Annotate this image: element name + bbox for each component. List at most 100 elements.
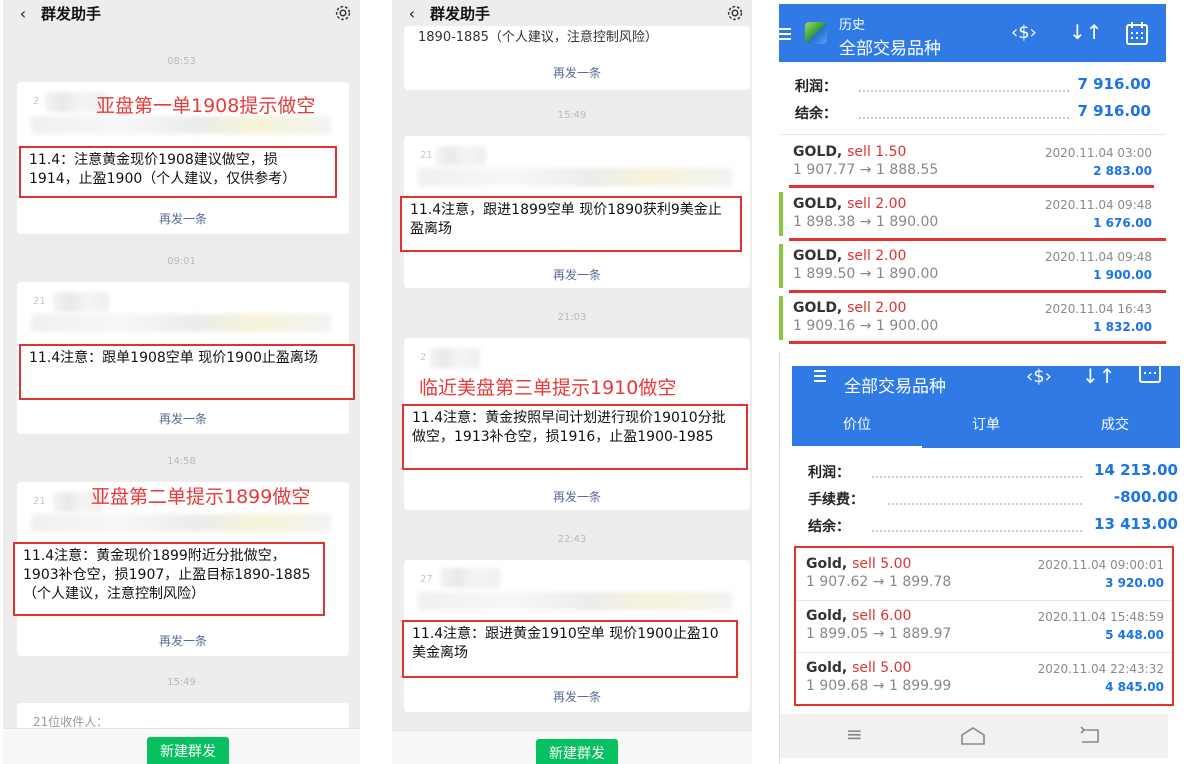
page-title: 群发助手 — [41, 4, 102, 23]
new-broadcast-button[interactable]: 新建群发 — [536, 739, 618, 764]
back-button[interactable]: ‹ — [11, 4, 35, 23]
broadcast-card: 21 11.4注意：跟单1908空单 现价1900止盈离场 再发一条 — [17, 282, 355, 434]
highlighted-trades-box: Gold, sell 5.00 1 907.62 → 1 899.78 2020… — [794, 546, 1174, 706]
header-title: 全部交易品种 — [844, 377, 946, 397]
trade-symbol: Gold, sell 5.00 — [806, 660, 911, 676]
app-header: 历史 全部交易品种 ‹$› ↓↑ — [779, 4, 1166, 62]
trade-prices: 1 907.62 → 1 899.78 — [806, 574, 952, 590]
currency-filter-icon[interactable]: ‹$› — [1011, 22, 1037, 43]
resend-link[interactable]: 再发一条 — [404, 64, 750, 81]
trade-prices: 1 909.68 → 1 899.99 — [806, 678, 952, 694]
annotation-note: 临近美盘第三单提示1910做空 — [419, 377, 677, 399]
app-logo-icon — [805, 22, 827, 44]
dotted-leader — [872, 530, 1082, 532]
trade-prices: 1 899.05 → 1 889.97 — [806, 626, 952, 642]
recipient-count: 27 — [420, 574, 433, 585]
timestamp: 21:03 — [557, 312, 587, 323]
trade-row[interactable]: Gold, sell 6.00 1 899.05 → 1 889.97 2020… — [796, 604, 1172, 650]
trade-date: 2020.11.04 03:00 — [1044, 146, 1152, 160]
trade-history-panel-top: 历史 全部交易品种 ‹$› ↓↑ 利润： 7 916.00 结余： 7 916.… — [779, 0, 1166, 350]
sort-icon[interactable]: ↓↑ — [1069, 20, 1103, 44]
sort-icon[interactable]: ↓↑ — [1082, 364, 1116, 388]
balance-value: 13 413.00 — [1094, 515, 1178, 533]
menu-icon[interactable] — [779, 28, 791, 30]
balance-label: 结余： — [808, 519, 850, 535]
trade-profit: 3 920.00 — [1105, 576, 1164, 590]
trade-symbol: GOLD, sell 2.00 — [793, 196, 906, 212]
menu-icon[interactable]: ≡ — [846, 722, 863, 746]
trade-date: 2020.11.04 09:48 — [1044, 198, 1152, 212]
symbol-name: GOLD, — [793, 300, 843, 316]
broadcast-message: 11.4注意：黄金现价1899附近分批做空，1903补仓空，损1907，止盈目标… — [13, 542, 325, 616]
trade-profit: 1 900.00 — [1093, 268, 1152, 282]
red-underline — [789, 290, 1166, 293]
dotted-leader — [859, 117, 1069, 119]
blurred-recipients — [430, 348, 480, 368]
home-icon[interactable] — [960, 726, 986, 746]
trade-prices: 1 898.38 → 1 890.00 — [793, 214, 939, 230]
blurred-recipients — [53, 292, 109, 312]
trade-row[interactable]: GOLD, sell 2.00 1 898.38 → 1 890.00 2020… — [779, 192, 1166, 236]
resend-link[interactable]: 再发一条 — [404, 266, 750, 283]
android-nav-bar: ≡ — [780, 714, 1168, 758]
settings-gear-icon[interactable] — [332, 2, 354, 24]
timestamp: 08:53 — [167, 56, 196, 67]
resend-link[interactable]: 再发一条 — [17, 210, 349, 227]
profit-value: 7 916.00 — [1077, 75, 1151, 93]
balance-label: 结余： — [795, 106, 837, 122]
message-text-fragment: 1890-1885（个人建议，注意控制风险） — [418, 30, 658, 45]
timestamp: 15:49 — [167, 677, 196, 688]
back-icon[interactable] — [1078, 726, 1102, 746]
broadcast-message: 11.4注意：跟进黄金1910空单 现价1900止盈10美金离场 — [402, 620, 738, 678]
currency-filter-icon[interactable]: ‹$› — [1026, 366, 1052, 387]
bottom-bar: 新建群发 — [3, 728, 360, 764]
calendar-icon[interactable] — [1125, 20, 1149, 46]
header-title: 全部交易品种 — [839, 39, 941, 59]
trade-row[interactable]: Gold, sell 5.00 1 907.62 → 1 899.78 2020… — [796, 552, 1172, 598]
calendar-icon[interactable] — [1138, 362, 1162, 384]
trade-date: 2020.11.04 15:48:59 — [1037, 610, 1164, 624]
red-underline — [789, 238, 1166, 241]
trade-row[interactable]: GOLD, sell 2.00 1 909.16 → 1 900.00 2020… — [779, 296, 1166, 340]
divider — [779, 134, 1166, 135]
resend-link[interactable]: 再发一条 — [17, 410, 349, 427]
trade-date: 2020.11.04 22:43:32 — [1037, 662, 1164, 676]
blurred-recipients — [440, 568, 500, 588]
resend-link[interactable]: 再发一条 — [17, 632, 349, 649]
new-broadcast-button[interactable]: 新建群发 — [147, 737, 229, 764]
bottom-bar: 新建群发 — [392, 730, 752, 764]
tab-orders[interactable]: 订单 — [922, 414, 1050, 434]
trade-side: sell 6.00 — [852, 608, 912, 624]
back-button[interactable]: ‹ — [400, 4, 424, 23]
trade-symbol: GOLD, sell 1.50 — [793, 144, 906, 160]
trade-side: sell 2.00 — [847, 300, 907, 316]
broadcast-card: 21 11.4注意，跟进1899空单 现价1890获利9美金止盈离场 再发一条 — [400, 136, 750, 288]
blurred-recipients — [418, 168, 732, 186]
resend-link[interactable]: 再发一条 — [404, 488, 750, 505]
trade-row[interactable]: GOLD, sell 1.50 1 907.77 → 1 888.55 2020… — [779, 140, 1166, 184]
menu-icon[interactable] — [814, 370, 826, 372]
trade-profit: 4 845.00 — [1105, 680, 1164, 694]
trade-profit: 1 832.00 — [1093, 320, 1152, 334]
broadcast-card: 1890-1885（个人建议，注意控制风险） 再发一条 — [404, 26, 750, 90]
page-title: 群发助手 — [430, 4, 491, 23]
trade-row[interactable]: Gold, sell 5.00 1 909.68 → 1 899.99 2020… — [796, 656, 1172, 702]
trade-date: 2020.11.04 16:43 — [1044, 302, 1152, 316]
red-underline — [789, 341, 1166, 344]
blurred-recipients — [31, 116, 331, 134]
timestamp: 15:49 — [557, 110, 587, 121]
resend-link[interactable]: 再发一条 — [404, 688, 750, 705]
tab-price[interactable]: 价位 — [792, 414, 922, 434]
symbol-name: Gold, — [806, 556, 848, 572]
active-tab-indicator — [792, 446, 922, 449]
status-marker — [779, 244, 783, 288]
blurred-recipients — [31, 514, 331, 532]
trade-row[interactable]: GOLD, sell 2.00 1 899.50 → 1 890.00 2020… — [779, 244, 1166, 288]
trade-prices: 1 907.77 → 1 888.55 — [793, 162, 939, 178]
tab-deals[interactable]: 成交 — [1050, 414, 1180, 434]
trade-symbol: Gold, sell 5.00 — [806, 556, 911, 572]
settings-gear-icon[interactable] — [724, 2, 746, 24]
broadcast-card: 2 11.4注意：黄金按照早间计划进行现价19010分批做空，1913补仓空，损… — [402, 338, 750, 510]
dotted-leader — [872, 476, 1082, 478]
commission-value: -800.00 — [1113, 488, 1178, 506]
